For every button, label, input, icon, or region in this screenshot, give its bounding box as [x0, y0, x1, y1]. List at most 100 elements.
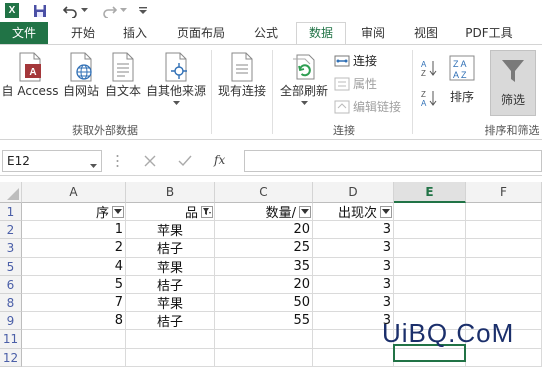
cell-f5[interactable] [466, 257, 542, 276]
filter-dropdown-icon[interactable] [299, 206, 311, 218]
cell-b5[interactable]: 苹果 [126, 257, 215, 276]
cell-a1[interactable]: 序 [22, 203, 126, 222]
cell-c11[interactable] [215, 330, 313, 349]
edit-links-button[interactable]: 编辑链接 [334, 98, 401, 115]
cell-d8[interactable]: 3 [313, 294, 394, 313]
row-header[interactable]: 9 [0, 312, 22, 331]
cell-c6[interactable]: 20 [215, 275, 313, 294]
column-header-b[interactable]: B [126, 182, 215, 203]
undo-dropdown-icon[interactable] [80, 2, 88, 19]
column-header-d[interactable]: D [313, 182, 394, 203]
row-header[interactable]: 1 [0, 203, 22, 222]
cell-b3[interactable]: 桔子 [126, 239, 215, 258]
undo-icon[interactable] [62, 2, 80, 19]
cell-a6[interactable]: 5 [22, 275, 126, 294]
sort-button[interactable]: Z AA Z 排序 [444, 54, 480, 105]
cell-b1[interactable]: 品 [126, 203, 215, 222]
cell-a2[interactable]: 1 [22, 221, 126, 240]
cell-c3[interactable]: 25 [215, 239, 313, 258]
cell-c2[interactable]: 20 [215, 221, 313, 240]
cell-e2[interactable] [394, 221, 466, 240]
name-box-dropdown-icon[interactable] [90, 158, 97, 172]
cell-b8[interactable]: 苹果 [126, 294, 215, 313]
column-header-a[interactable]: A [22, 182, 126, 203]
cell-c12[interactable] [215, 348, 313, 367]
column-header-c[interactable]: C [215, 182, 313, 203]
cell-d2[interactable]: 3 [313, 221, 394, 240]
properties-button[interactable]: 属性 [334, 75, 377, 92]
cell-a11[interactable] [22, 330, 126, 349]
from-access-button[interactable]: A 自 Access [2, 52, 58, 99]
cell-e5[interactable] [394, 257, 466, 276]
sort-z-a-icon[interactable]: ZA [420, 88, 438, 111]
cell-d6[interactable]: 3 [313, 275, 394, 294]
row-header[interactable]: 6 [0, 275, 22, 294]
cell-d1[interactable]: 出现次 [313, 203, 394, 222]
cell-f12[interactable] [466, 348, 542, 367]
cell-c1[interactable]: 数量/ [215, 203, 313, 222]
refresh-all-button[interactable]: 全部刷新 [276, 52, 332, 106]
column-header-e[interactable]: E [394, 182, 466, 203]
tab-formulas[interactable]: 公式 [244, 22, 288, 44]
cell-a5[interactable]: 4 [22, 257, 126, 276]
cell-b12[interactable] [126, 348, 215, 367]
cell-d3[interactable]: 3 [313, 239, 394, 258]
name-box[interactable]: E12 [2, 150, 102, 172]
cell-b9[interactable]: 桔子 [126, 312, 215, 331]
from-text-button[interactable]: 自文本 [102, 52, 144, 99]
filter-active-dropdown-icon[interactable] [201, 206, 213, 218]
tab-home[interactable]: 开始 [60, 22, 106, 44]
column-header-f[interactable]: F [466, 182, 542, 203]
cell-b11[interactable] [126, 330, 215, 349]
cell-f3[interactable] [466, 239, 542, 258]
filter-button[interactable]: 筛选 [490, 50, 536, 116]
cell-a9[interactable]: 8 [22, 312, 126, 331]
tab-page-layout[interactable]: 页面布局 [168, 22, 234, 44]
filter-dropdown-icon[interactable] [380, 206, 392, 218]
cell-c5[interactable]: 35 [215, 257, 313, 276]
cell-c9[interactable]: 55 [215, 312, 313, 331]
cell-a12[interactable] [22, 348, 126, 367]
redo-icon[interactable] [100, 2, 118, 19]
enter-icon[interactable] [178, 155, 192, 170]
tab-data[interactable]: 数据 [296, 22, 346, 45]
existing-connections-button[interactable]: 现有连接 [214, 52, 270, 99]
cell-c8[interactable]: 50 [215, 294, 313, 313]
cell-e3[interactable] [394, 239, 466, 258]
save-icon[interactable] [32, 2, 48, 19]
formula-input[interactable] [244, 150, 542, 172]
tab-pdf-tools[interactable]: PDF工具 [458, 22, 520, 44]
cell-e1[interactable] [394, 203, 466, 222]
row-header[interactable]: 3 [0, 239, 22, 258]
cell-e6[interactable] [394, 275, 466, 294]
cell-d12[interactable] [313, 348, 394, 367]
tab-view[interactable]: 视图 [404, 22, 448, 44]
row-header[interactable]: 8 [0, 294, 22, 313]
row-header[interactable]: 2 [0, 221, 22, 240]
customize-qat-icon[interactable] [136, 2, 150, 19]
redo-dropdown-icon[interactable] [119, 2, 127, 19]
cell-f2[interactable] [466, 221, 542, 240]
from-other-sources-button[interactable]: 自其他来源 [144, 52, 208, 106]
cell-f1[interactable] [466, 203, 542, 222]
cell-e8[interactable] [394, 294, 466, 313]
connections-button[interactable]: 连接 [334, 52, 377, 69]
cell-f6[interactable] [466, 275, 542, 294]
row-header[interactable]: 12 [0, 348, 22, 367]
sort-a-z-icon[interactable]: AZ [420, 58, 438, 81]
filter-dropdown-icon[interactable] [112, 206, 124, 218]
cancel-icon[interactable] [144, 155, 156, 170]
cell-a3[interactable]: 2 [22, 239, 126, 258]
tab-file[interactable]: 文件 [0, 22, 48, 44]
cell-b2[interactable]: 苹果 [126, 221, 215, 240]
row-header[interactable]: 11 [0, 330, 22, 349]
tab-insert[interactable]: 插入 [112, 22, 158, 44]
insert-function-icon[interactable]: fx [214, 153, 225, 167]
from-web-button[interactable]: 自网站 [60, 52, 102, 99]
select-all-corner[interactable] [0, 182, 22, 203]
cell-f8[interactable] [466, 294, 542, 313]
cell-b6[interactable]: 桔子 [126, 275, 215, 294]
cell-a8[interactable]: 7 [22, 294, 126, 313]
tab-review[interactable]: 审阅 [352, 22, 394, 44]
row-header[interactable]: 5 [0, 257, 22, 276]
